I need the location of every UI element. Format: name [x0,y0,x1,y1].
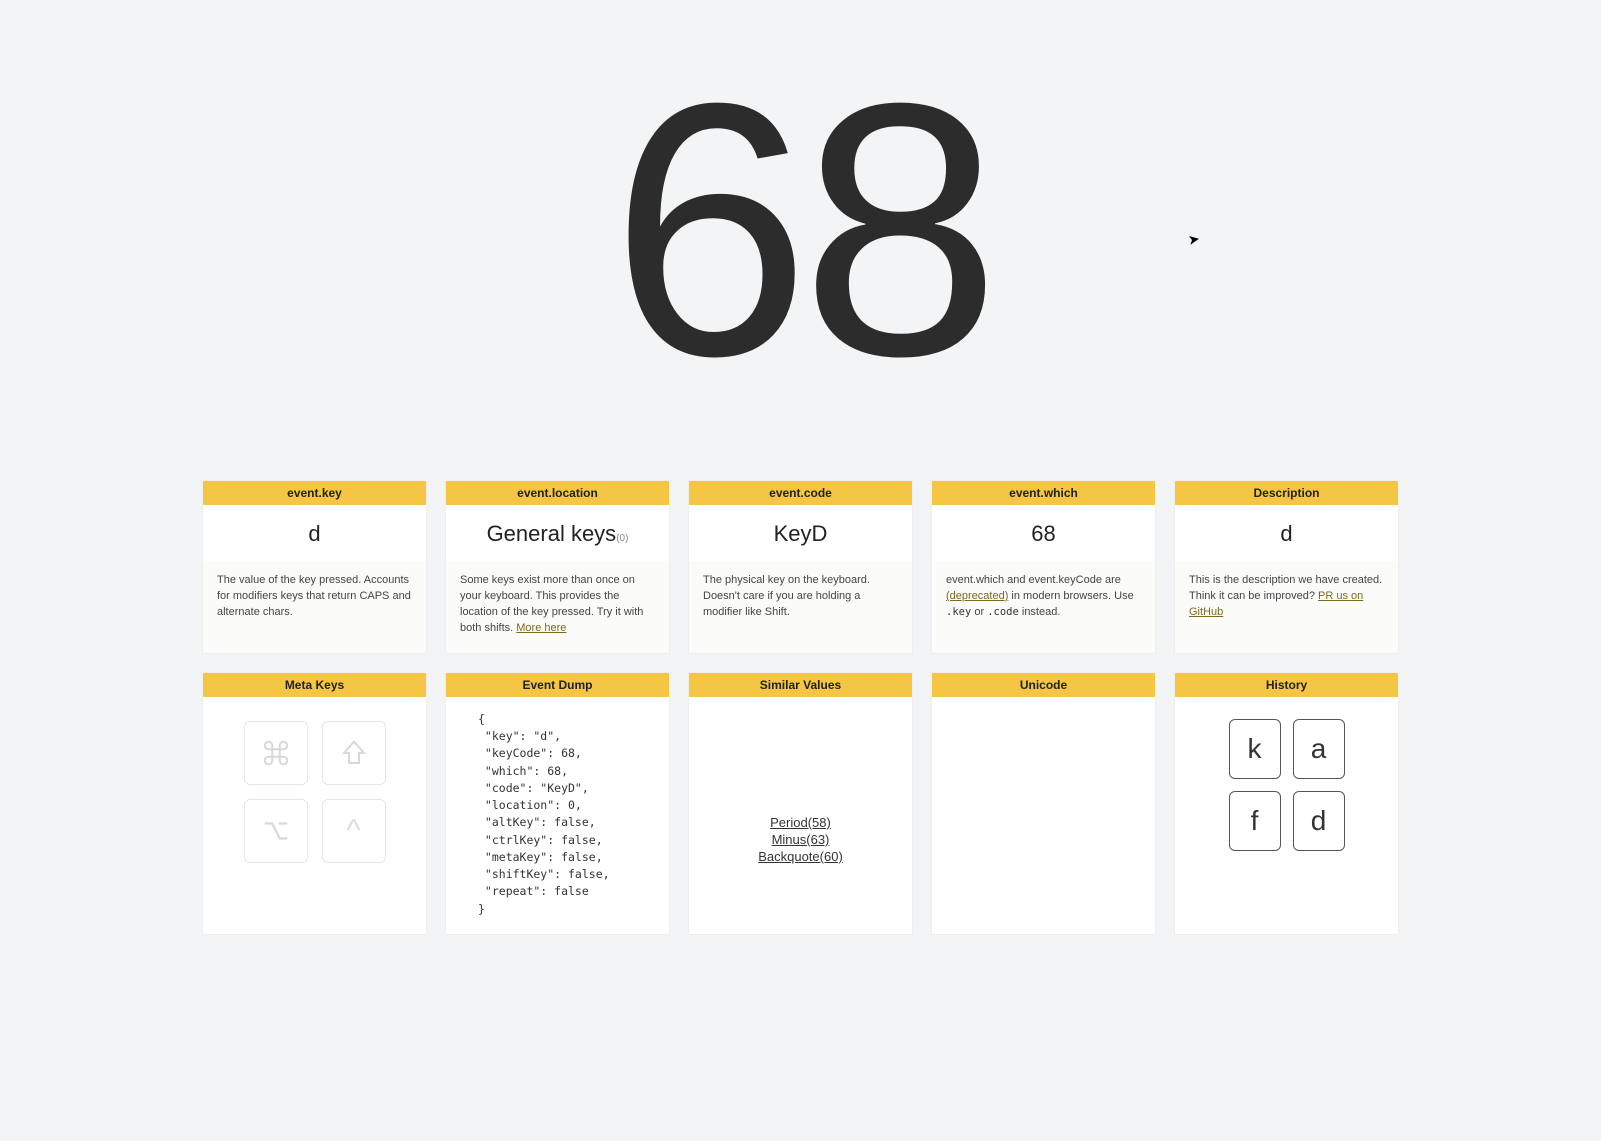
card-event-code: event.code KeyD The physical key on the … [688,480,913,654]
card-meta-keys: Meta Keys [202,672,427,935]
card-header: event.which [932,481,1155,505]
card-description: The value of the key pressed. Accounts f… [203,561,426,653]
cards-row-2: Meta Keys [0,672,1601,935]
card-description: The physical key on the keyboard. Doesn'… [689,561,912,653]
card-description: Some keys exist more than once on your k… [446,561,669,653]
similar-value-link[interactable]: Backquote(60) [758,849,843,864]
card-unicode: Unicode [931,672,1156,935]
more-here-link[interactable]: More here [516,622,566,634]
desc-text: in modern browsers. Use [1008,590,1133,602]
card-description: Description d This is the description we… [1174,480,1399,654]
card-value: d [1175,505,1398,561]
card-header: event.code [689,481,912,505]
card-history: History k a f d [1174,672,1399,935]
meta-key-control: ^ [322,799,386,863]
card-value: d [203,505,426,561]
event-dump-body: { "key": "d", "keyCode": 68, "which": 68… [446,697,669,934]
code-key: .key [946,606,971,618]
hero-keycode: 68 [0,0,1601,450]
history-key[interactable]: f [1229,791,1281,851]
card-header: Meta Keys [203,673,426,697]
card-header: event.key [203,481,426,505]
card-value: 68 [932,505,1155,561]
desc-text: instead. [1019,606,1061,618]
location-label: General keys [487,521,617,546]
card-value: General keys(0) [446,505,669,561]
hero-keycode-value: 68 [0,50,1601,410]
meta-key-shift [322,721,386,785]
shift-icon [339,738,369,768]
meta-keys-body: ^ [203,697,426,934]
similar-values-list: Period(58) Minus(63) Backquote(60) [703,711,898,918]
code-code: .code [987,606,1019,618]
history-key[interactable]: d [1293,791,1345,851]
command-icon [261,738,291,768]
unicode-body [932,697,1155,934]
cards-row-1: event.key d The value of the key pressed… [0,480,1601,654]
similar-values-body: Period(58) Minus(63) Backquote(60) [689,697,912,934]
meta-keys-grid: ^ [217,711,412,863]
card-description: event.which and event.keyCode are (depre… [932,561,1155,653]
card-description-text: This is the description we have created.… [1175,561,1398,653]
card-header: Unicode [932,673,1155,697]
history-key[interactable]: a [1293,719,1345,779]
card-event-key: event.key d The value of the key pressed… [202,480,427,654]
option-icon [260,816,292,846]
card-header: Similar Values [689,673,912,697]
similar-value-link[interactable]: Period(58) [770,815,831,830]
event-dump-text: { "key": "d", "keyCode": 68, "which": 68… [460,711,655,918]
card-value: KeyD [689,505,912,561]
history-key[interactable]: k [1229,719,1281,779]
meta-key-command [244,721,308,785]
card-event-location: event.location General keys(0) Some keys… [445,480,670,654]
similar-value-link[interactable]: Minus(63) [772,832,830,847]
deprecated-link[interactable]: (deprecated) [946,590,1008,602]
desc-text: or [971,606,987,618]
card-similar-values: Similar Values Period(58) Minus(63) Back… [688,672,913,935]
card-event-dump: Event Dump { "key": "d", "keyCode": 68, … [445,672,670,935]
card-header: event.location [446,481,669,505]
card-header: Description [1175,481,1398,505]
card-header: Event Dump [446,673,669,697]
history-grid: k a f d [1189,711,1384,851]
card-event-which: event.which 68 event.which and event.key… [931,480,1156,654]
card-header: History [1175,673,1398,697]
desc-text: event.which and event.keyCode are [946,574,1121,586]
control-icon: ^ [346,814,360,848]
history-body: k a f d [1175,697,1398,934]
location-index: (0) [616,533,628,544]
meta-key-option [244,799,308,863]
